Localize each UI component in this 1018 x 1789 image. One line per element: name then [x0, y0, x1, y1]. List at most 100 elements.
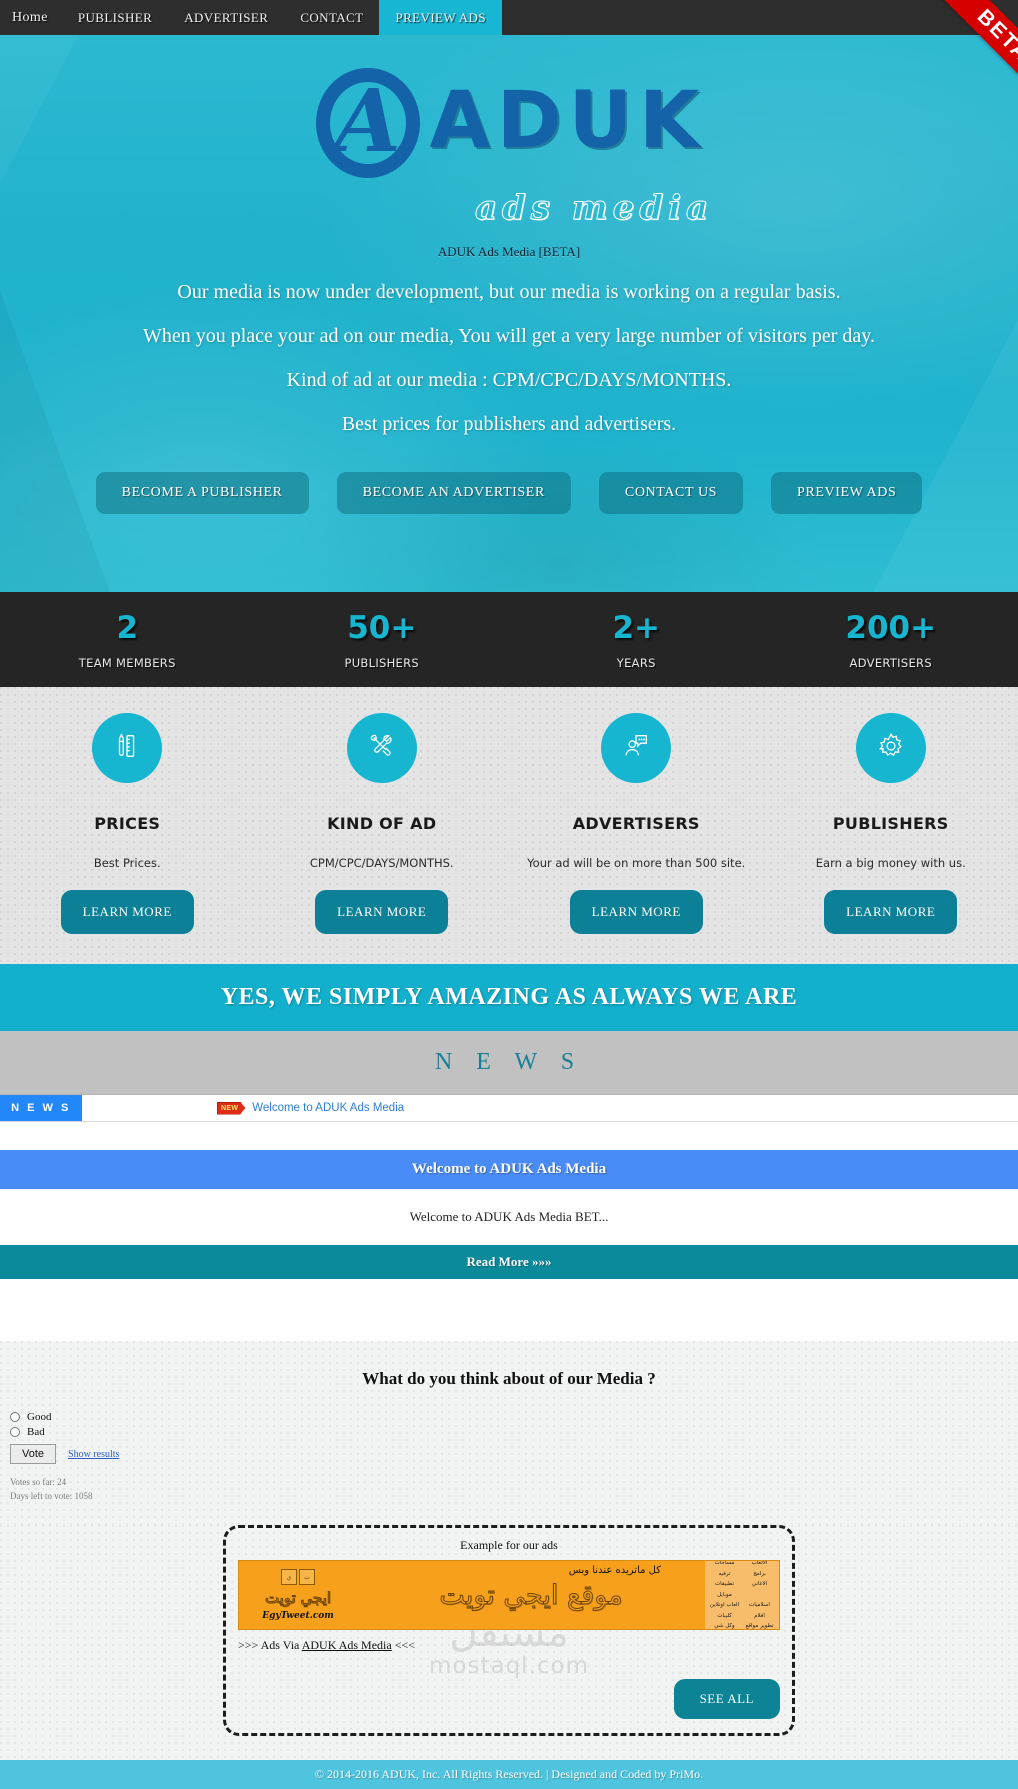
- statistics-bar: 2 TEAM MEMBERS 50+ PUBLISHERS 2+ YEARS 2…: [0, 592, 1018, 687]
- feature-kind-of-ad: KIND OF AD CPM/CPC/DAYS/MONTHS. LEARN MO…: [255, 713, 510, 934]
- logo-wordmark: ADUK: [430, 84, 707, 158]
- feature-title: KIND OF AD: [255, 814, 510, 833]
- ad-tile-icon: ت: [299, 1569, 315, 1585]
- ad-menu-item: اسلاميات: [743, 1600, 777, 1610]
- feature-publishers: PUBLISHERS Earn a big money with us. LEA…: [764, 713, 1018, 934]
- ad-tile-icon: ي: [281, 1569, 297, 1585]
- stat-publishers: 50+ PUBLISHERS: [255, 592, 510, 687]
- feature-icon-badge: [856, 713, 926, 783]
- feature-icon-badge: [347, 713, 417, 783]
- tools-icon: [367, 731, 397, 766]
- poll-statistics: Votes so far: 24 Days left to vote: 1058: [0, 1476, 1018, 1525]
- stat-advertisers: 200+ ADVERTISERS: [764, 592, 1018, 687]
- ad-banner-site-url: EgyTweet.com: [262, 1611, 334, 1621]
- feature-description: Best Prices.: [0, 856, 255, 870]
- stat-label: TEAM MEMBERS: [0, 656, 255, 670]
- radio-button-bad[interactable]: [10, 1427, 20, 1437]
- ad-banner-brand-block: ت ي ايجي تويت EgyTweet.com: [239, 1561, 357, 1629]
- ad-banner-image[interactable]: الالعاب مساحات برامج ترفيه الاغاني تطبيق…: [238, 1560, 780, 1630]
- nav-item-home[interactable]: Home: [0, 0, 62, 35]
- contact-us-button[interactable]: CONTACT US: [599, 472, 743, 514]
- tagline-banner: YES, WE SIMPLY AMAZING AS ALWAYS WE ARE: [0, 964, 1018, 1031]
- become-an-advertiser-button[interactable]: BECOME AN ADVERTISER: [337, 472, 571, 514]
- news-bottom-spacer: [0, 1279, 1018, 1341]
- stat-value: 2+: [509, 611, 764, 645]
- poll-options: Good Bad: [0, 1411, 1018, 1438]
- votes-so-far: Votes so far: 24: [10, 1476, 1018, 1490]
- feature-title: PUBLISHERS: [764, 814, 1018, 833]
- ad-menu-item: وكل شي: [708, 1621, 742, 1630]
- news-ticker-item-link[interactable]: Welcome to ADUK Ads Media: [252, 1102, 404, 1114]
- ad-menu-item: الاغاني: [743, 1579, 777, 1600]
- poll-question: What do you think about of our Media ?: [0, 1369, 1018, 1389]
- stat-value: 50+: [255, 611, 510, 645]
- gear-icon: [876, 731, 906, 766]
- ads-via-link[interactable]: ADUK Ads Media: [302, 1638, 392, 1652]
- logo-script-letter: A: [312, 62, 424, 182]
- ads-via-line: >>> Ads Via ADUK Ads Media <<<: [238, 1638, 780, 1653]
- site-footer: © 2014-2016 ADUK, Inc. All Rights Reserv…: [0, 1760, 1018, 1789]
- top-navigation-bar: Home PUBLISHER ADVERTISER CONTACT PREVIE…: [0, 0, 1018, 35]
- logo-tagline: ads media: [170, 188, 1018, 228]
- ad-banner-menu-column: الالعاب مساحات برامج ترفيه الاغاني تطبيق…: [705, 1561, 779, 1629]
- hero-line-1: Our media is now under development, but …: [0, 281, 1018, 304]
- poll-section: What do you think about of our Media ? G…: [0, 1341, 1018, 1525]
- ad-menu-item: افلام: [743, 1611, 777, 1621]
- learn-more-button-advertisers[interactable]: LEARN MORE: [570, 890, 703, 934]
- support-chat-icon: [621, 731, 651, 766]
- nav-item-contact[interactable]: CONTACT: [284, 0, 379, 35]
- ad-banner-tiles: ت ي: [281, 1569, 315, 1585]
- ads-via-prefix: >>> Ads Via: [238, 1638, 302, 1652]
- stat-label: YEARS: [509, 656, 764, 670]
- hero-line-2: When you place your ad on our media, You…: [0, 325, 1018, 348]
- ad-menu-item: تطوير مواقع: [743, 1621, 777, 1630]
- stat-value: 200+: [764, 611, 1018, 645]
- ad-menu-item: العاب اونلاين: [708, 1600, 742, 1610]
- feature-title: ADVERTISERS: [509, 814, 764, 833]
- news-ticker-body: NEW Welcome to ADUK Ads Media: [82, 1095, 1018, 1121]
- ads-example-box: Example for our ads الالعاب مساحات برامج…: [223, 1525, 795, 1736]
- feature-description: Your ad will be on more than 500 site.: [509, 856, 764, 870]
- ad-menu-item: تطبيقات موبايل: [708, 1579, 742, 1600]
- ad-menu-item: ترفيه: [708, 1569, 742, 1579]
- learn-more-button-prices[interactable]: LEARN MORE: [61, 890, 194, 934]
- read-more-button[interactable]: Read More »»»: [0, 1245, 1018, 1279]
- poll-option-bad[interactable]: Bad: [10, 1426, 1018, 1438]
- nav-item-advertiser[interactable]: ADVERTISER: [168, 0, 284, 35]
- ads-via-suffix: <<<: [392, 1638, 415, 1652]
- nav-item-publisher[interactable]: PUBLISHER: [62, 0, 168, 35]
- feature-icon-badge: [601, 713, 671, 783]
- learn-more-button-publishers[interactable]: LEARN MORE: [824, 890, 957, 934]
- news-article-excerpt: Welcome to ADUK Ads Media BET...: [0, 1189, 1018, 1245]
- stat-team-members: 2 TEAM MEMBERS: [0, 592, 255, 687]
- feature-title: PRICES: [0, 814, 255, 833]
- nav-item-preview-ads[interactable]: PREVIEW ADS: [379, 0, 501, 35]
- vote-button[interactable]: Vote: [10, 1444, 56, 1464]
- feature-prices: PRICES Best Prices. LEARN MORE: [0, 713, 255, 934]
- ad-banner-main: كل ماتريده عندنا وبس موقع ايجي تويت: [357, 1561, 705, 1629]
- ad-banner-big-text: موقع ايجي تويت: [439, 1580, 622, 1611]
- ads-example-title: Example for our ads: [238, 1538, 780, 1553]
- site-logo: A ADUK: [0, 49, 1018, 194]
- pencil-ruler-icon: [112, 731, 142, 766]
- preview-ads-button[interactable]: PREVIEW ADS: [771, 472, 922, 514]
- hero-subtitle: ADUK Ads Media [BETA]: [0, 244, 1018, 260]
- radio-button-good[interactable]: [10, 1412, 20, 1422]
- ad-menu-item: الالعاب: [743, 1560, 777, 1569]
- poll-option-good[interactable]: Good: [10, 1411, 1018, 1423]
- hero-button-group: BECOME A PUBLISHER BECOME AN ADVERTISER …: [0, 472, 1018, 514]
- become-a-publisher-button[interactable]: BECOME A PUBLISHER: [96, 472, 309, 514]
- news-ticker-label: N E W S: [0, 1095, 82, 1121]
- show-results-link[interactable]: Show results: [68, 1449, 119, 1460]
- poll-option-label: Good: [27, 1411, 51, 1423]
- stat-years: 2+ YEARS: [509, 592, 764, 687]
- feature-description: Earn a big money with us.: [764, 856, 1018, 870]
- learn-more-button-kind-of-ad[interactable]: LEARN MORE: [315, 890, 448, 934]
- hero-line-3: Kind of ad at our media : CPM/CPC/DAYS/M…: [0, 369, 1018, 392]
- stat-label: PUBLISHERS: [255, 656, 510, 670]
- ad-menu-item: برامج: [743, 1569, 777, 1579]
- see-all-button[interactable]: SEE ALL: [674, 1679, 780, 1719]
- ad-banner-headline: كل ماتريده عندنا وبس: [569, 1565, 661, 1576]
- feature-advertisers: ADVERTISERS Your ad will be on more than…: [509, 713, 764, 934]
- new-badge-icon: NEW: [217, 1102, 245, 1115]
